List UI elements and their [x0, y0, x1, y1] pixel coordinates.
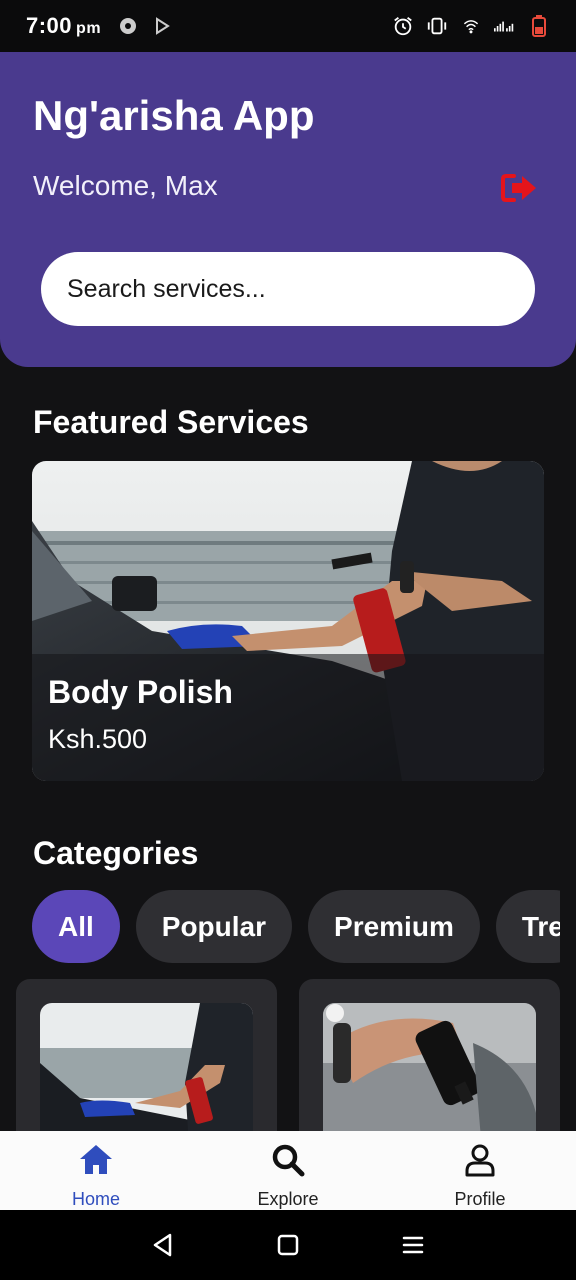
featured-service-name: Body Polish — [48, 674, 233, 710]
categories-heading: Categories — [33, 835, 199, 871]
app-title: Ng'arisha App — [33, 92, 315, 139]
featured-heading: Featured Services — [33, 404, 309, 440]
service-card-image — [40, 1003, 253, 1149]
profile-icon — [465, 1144, 495, 1177]
status-bar: 7:00 pm — [0, 0, 576, 52]
nav-explore[interactable]: Explore — [192, 1131, 384, 1210]
chip-trending[interactable]: Tre — [495, 890, 560, 963]
menu-icon[interactable] — [398, 1230, 428, 1260]
search-icon — [272, 1144, 305, 1177]
welcome-text: Welcome, Max — [33, 170, 218, 201]
alarm-icon — [392, 15, 414, 37]
service-card-image — [323, 1003, 536, 1149]
service-card[interactable] — [299, 979, 560, 1149]
system-nav-bar — [0, 1210, 576, 1280]
search-input[interactable] — [41, 252, 535, 326]
logout-icon[interactable] — [500, 170, 540, 206]
notification-icon — [117, 15, 139, 37]
nav-home[interactable]: Home — [0, 1131, 192, 1210]
nav-profile[interactable]: Profile — [384, 1131, 576, 1210]
home-square-icon[interactable] — [273, 1230, 303, 1260]
status-time: 7:00 pm — [26, 13, 102, 38]
chip-premium[interactable]: Premium — [308, 890, 480, 963]
app-header: Ng'arisha App Welcome, Max — [0, 52, 576, 367]
vibrate-icon — [426, 15, 448, 37]
nav-explore-label: Explore — [257, 1189, 319, 1209]
play-store-icon — [151, 15, 173, 37]
back-icon[interactable] — [148, 1230, 178, 1260]
featured-overlay: Body Polish Ksh.500 — [32, 654, 544, 781]
battery-icon — [528, 15, 550, 37]
chip-all[interactable]: All — [32, 890, 120, 963]
signal-icon — [494, 15, 516, 37]
home-icon — [80, 1145, 112, 1174]
wifi-icon — [460, 15, 482, 37]
chip-popular[interactable]: Popular — [135, 890, 293, 963]
service-card[interactable] — [16, 979, 277, 1149]
nav-home-label: Home — [71, 1189, 120, 1209]
bottom-nav: Home Explore Profile — [0, 1131, 576, 1210]
featured-service-price: Ksh.500 — [48, 724, 148, 754]
nav-profile-label: Profile — [454, 1189, 506, 1209]
category-chips: All Popular Premium Tre — [32, 890, 560, 964]
featured-service-card[interactable]: Body Polish Ksh.500 — [32, 461, 544, 781]
